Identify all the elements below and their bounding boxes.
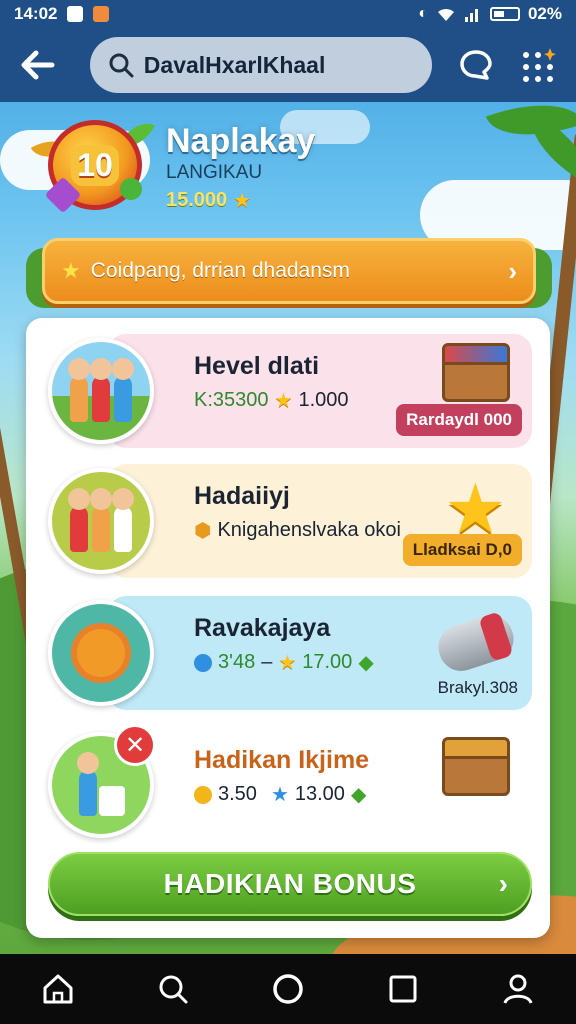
- canister-icon: [432, 606, 520, 677]
- search-icon: [109, 53, 134, 78]
- nav-home[interactable]: [33, 964, 83, 1014]
- status-bar: 14:02 ◐ 02%: [0, 0, 576, 28]
- grid-menu-icon: [523, 48, 557, 82]
- treasure-chest-icon: [438, 737, 514, 802]
- app-notification-icon: [93, 6, 110, 22]
- quest-stats: 3.50 ★ 13.00 ◆: [194, 782, 366, 807]
- game-subtitle: LANGIKAU: [166, 162, 263, 183]
- chevron-right-icon: ›: [508, 255, 517, 286]
- quest-stats: ⬢ Knigahenslvaka okoi: [194, 519, 401, 542]
- battery-percent: 02%: [527, 4, 562, 23]
- search-field[interactable]: DavalHxarlKhaal: [89, 37, 433, 93]
- nav-recent[interactable]: [378, 964, 428, 1014]
- chat-bubble-icon: [460, 50, 493, 80]
- nav-home-circle[interactable]: [263, 964, 313, 1014]
- badge-level: 10: [71, 144, 119, 186]
- quest-row[interactable]: Hevel dlati K:35300 ★ 1.000 Rardaydl 000: [48, 334, 532, 448]
- green-orb-icon: [120, 178, 142, 200]
- quest-title: Hevel dlati: [194, 352, 320, 380]
- quest-action-button[interactable]: Rardaydl 000: [396, 404, 522, 436]
- status-time: 14:02: [14, 4, 58, 23]
- green-gem-icon: ◆: [358, 652, 374, 674]
- chevron-right-icon: ›: [498, 868, 508, 899]
- quest-title: Ravakajaya: [194, 614, 331, 642]
- avatar-creature: [48, 600, 154, 706]
- nav-profile[interactable]: [493, 964, 543, 1014]
- star-icon: ★: [278, 652, 297, 674]
- search-query: DavalHxarlKhaal: [143, 51, 326, 78]
- star-icon: ★: [274, 390, 293, 412]
- nav-chat[interactable]: [148, 964, 198, 1014]
- blue-orb-icon: [194, 653, 212, 672]
- star-icon: ★: [233, 190, 252, 212]
- chat-search-icon: [159, 975, 188, 1004]
- back-button[interactable]: [16, 43, 60, 87]
- chat-button[interactable]: [454, 43, 498, 87]
- quest-row[interactable]: ✕ Hadikan Ikjime 3.50 ★ 13.00 ◆: [48, 724, 532, 842]
- quest-stats: 3'48 – ★ 17.00 ◆: [194, 650, 374, 675]
- home-icon: [43, 974, 73, 1004]
- notification-icon: [67, 6, 84, 22]
- bonus-button[interactable]: HADIKIAN BONUS ›: [48, 852, 532, 916]
- quest-title: Hadikan Ikjime: [194, 746, 370, 774]
- score-value: 15.000: [166, 189, 228, 211]
- banner-text: Coidpang, drrian dhadansm: [90, 259, 350, 282]
- profile-icon: [503, 974, 533, 1004]
- blue-star-icon: ★: [270, 784, 289, 806]
- quest-title: Hadaiiyj: [194, 482, 290, 510]
- quest-row[interactable]: Hadaiiyj ⬢ Knigahenslvaka okoi ★ Lladksa…: [48, 464, 532, 578]
- gold-star-icon: ★: [444, 470, 507, 548]
- battery-icon: [489, 7, 520, 21]
- treasure-chest-icon: [438, 343, 514, 408]
- avatar-kids-group: [48, 468, 154, 574]
- quest-stats: K:35300 ★ 1.000: [194, 389, 349, 412]
- quest-panel: Hevel dlati K:35300 ★ 1.000 Rardaydl 000…: [26, 318, 550, 938]
- close-icon[interactable]: ✕: [114, 724, 156, 766]
- signal-icon: [464, 9, 478, 22]
- coin-icon: [194, 785, 212, 804]
- menu-button[interactable]: [516, 43, 560, 87]
- level-badge: 10: [30, 114, 156, 216]
- bonus-button-label: HADIKIAN BONUS: [163, 868, 417, 899]
- square-icon: [389, 975, 417, 1003]
- circle-home-icon: [273, 974, 303, 1004]
- hexagon-icon: ⬢: [194, 520, 212, 542]
- arrow-left-icon: [21, 50, 55, 80]
- promo-banner[interactable]: ★ Coidpang, drrian dhadansm ›: [42, 238, 536, 304]
- avatar-kids-group: [48, 338, 154, 444]
- player-score: 15.000 ★: [166, 188, 251, 213]
- dnd-icon: ◐: [418, 5, 428, 22]
- wifi-icon: [437, 8, 454, 21]
- quest-action-button[interactable]: Brakyl.308: [438, 678, 518, 698]
- star-icon: ★: [61, 258, 81, 283]
- quest-action-button[interactable]: Lladksai D,0: [402, 534, 522, 566]
- quest-row[interactable]: Ravakajaya 3'48 – ★ 17.00 ◆ Brakyl.308: [48, 596, 532, 710]
- bottom-navigation: [0, 954, 576, 1024]
- app-bar: DavalHxarlKhaal: [0, 28, 576, 102]
- game-title: Naplakay: [166, 122, 316, 160]
- green-gem-icon: ◆: [350, 784, 367, 806]
